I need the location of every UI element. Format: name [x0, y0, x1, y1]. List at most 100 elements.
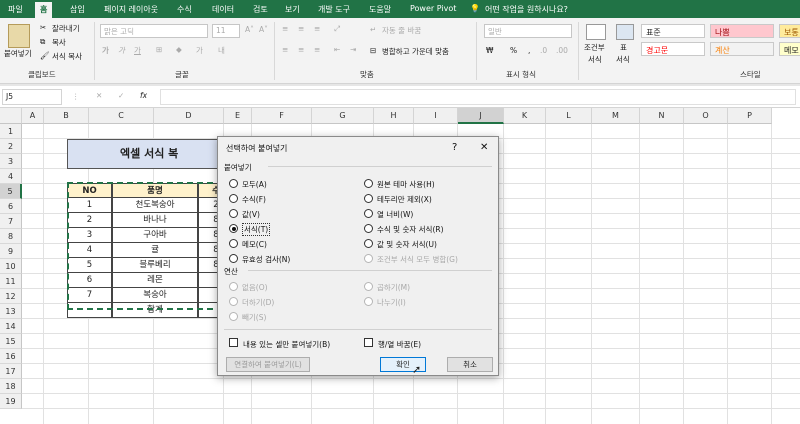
row-header-13[interactable]: 13: [0, 304, 22, 319]
paste-option-left-4-radio[interactable]: [229, 239, 238, 248]
tab-review[interactable]: 검토: [253, 4, 268, 15]
cancel-button[interactable]: 취소: [447, 357, 493, 372]
underline-icon[interactable]: 가: [134, 45, 141, 56]
row-header-14[interactable]: 14: [0, 319, 22, 334]
row-header-1[interactable]: 1: [0, 124, 22, 139]
row-header-8[interactable]: 8: [0, 229, 22, 244]
paste-option-right-5-radio[interactable]: [364, 254, 373, 263]
align-bottom-icon[interactable]: ≡: [314, 24, 320, 33]
orientation-icon[interactable]: ⤢: [334, 24, 340, 34]
paste-option-right-4-radio[interactable]: [364, 239, 373, 248]
font-size-box[interactable]: 11: [212, 24, 240, 38]
row-header-7[interactable]: 7: [0, 214, 22, 229]
operation-left-2-radio[interactable]: [229, 312, 238, 321]
format-painter-button[interactable]: 서식 복사: [52, 51, 82, 62]
conditional-formatting-button[interactable]: 조건부: [584, 42, 605, 53]
indent-icon[interactable]: ⇤: [334, 45, 340, 54]
row-header-9[interactable]: 9: [0, 244, 22, 259]
style-neutral[interactable]: 보통: [779, 24, 800, 38]
paste-option-right-3-radio[interactable]: [364, 224, 373, 233]
cut-button[interactable]: 잘라내기: [52, 23, 80, 34]
row-header-18[interactable]: 18: [0, 379, 22, 394]
style-normal[interactable]: 표준: [641, 24, 705, 38]
currency-icon[interactable]: ₩: [486, 46, 493, 55]
merge-center-button[interactable]: 병합하고 가운데 맞춤: [382, 46, 449, 57]
row-header-3[interactable]: 3: [0, 154, 22, 169]
align-middle-icon[interactable]: ≡: [298, 24, 304, 33]
paste-option-right-1-radio[interactable]: [364, 194, 373, 203]
insert-function-icon[interactable]: fx: [140, 91, 147, 100]
row-header-16[interactable]: 16: [0, 349, 22, 364]
merge-icon[interactable]: ⊟: [370, 46, 376, 55]
grow-font-icon[interactable]: A˄: [245, 25, 254, 34]
outdent-icon[interactable]: ⇥: [350, 45, 356, 54]
conditional-formatting-icon[interactable]: [586, 24, 606, 40]
number-format-box[interactable]: 일반: [484, 24, 572, 38]
tab-power-pivot[interactable]: Power Pivot: [410, 4, 456, 13]
column-header-a[interactable]: A: [22, 108, 44, 124]
operation-left-1-radio[interactable]: [229, 297, 238, 306]
copy-icon[interactable]: ⧉: [40, 37, 45, 47]
operation-right-0-radio[interactable]: [364, 282, 373, 291]
paste-option-right-0-radio[interactable]: [364, 179, 373, 188]
paste-option-right-2-radio[interactable]: [364, 209, 373, 218]
enter-icon[interactable]: ✓: [118, 91, 124, 100]
bold-icon[interactable]: 가: [102, 45, 109, 56]
shrink-font-icon[interactable]: A˅: [259, 25, 268, 34]
column-header-k[interactable]: K: [504, 108, 546, 124]
tab-view[interactable]: 보기: [285, 4, 300, 15]
comma-icon[interactable]: ,: [528, 46, 530, 55]
align-left-icon[interactable]: ≡: [282, 45, 288, 54]
column-header-m[interactable]: M: [592, 108, 640, 124]
copy-button[interactable]: 복사: [52, 37, 66, 48]
column-header-e[interactable]: E: [224, 108, 252, 124]
font-name-box[interactable]: 맑은 고딕: [100, 24, 208, 38]
row-header-15[interactable]: 15: [0, 334, 22, 349]
wrap-text-button[interactable]: 자동 줄 바꿈: [382, 25, 421, 36]
paste-icon[interactable]: [8, 24, 30, 48]
paste-option-left-0-radio[interactable]: [229, 179, 238, 188]
format-painter-icon[interactable]: 🖌: [40, 51, 50, 60]
column-header-i[interactable]: I: [414, 108, 458, 124]
tab-help[interactable]: 도움말: [369, 4, 391, 15]
row-header-19[interactable]: 19: [0, 394, 22, 409]
column-header-d[interactable]: D: [154, 108, 224, 124]
close-icon[interactable]: ✕: [480, 142, 488, 153]
tell-me-search[interactable]: 어떤 작업을 원하시나요?: [485, 4, 568, 15]
row-header-12[interactable]: 12: [0, 289, 22, 304]
row-header-10[interactable]: 10: [0, 259, 22, 274]
paste-link-button[interactable]: 연결하여 붙여넣기(L): [226, 357, 310, 372]
name-box[interactable]: J5: [2, 89, 62, 105]
style-note[interactable]: 메모: [779, 42, 800, 56]
skip-blanks-checkbox[interactable]: [229, 338, 238, 347]
row-header-2[interactable]: 2: [0, 139, 22, 154]
tab-file[interactable]: 파일: [8, 4, 23, 15]
font-color-icon[interactable]: 가: [196, 45, 203, 56]
tab-page-layout[interactable]: 페이지 레이아웃: [104, 4, 158, 15]
border-icon[interactable]: ⊞: [156, 45, 162, 54]
column-header-f[interactable]: F: [252, 108, 312, 124]
tab-developer[interactable]: 개발 도구: [318, 4, 350, 15]
operation-right-1-radio[interactable]: [364, 297, 373, 306]
format-as-table-button[interactable]: 표: [620, 42, 627, 53]
paste-option-left-3-radio[interactable]: [229, 224, 238, 233]
operation-left-0-radio[interactable]: [229, 282, 238, 291]
column-header-h[interactable]: H: [374, 108, 414, 124]
row-header-4[interactable]: 4: [0, 169, 22, 184]
cancel-icon[interactable]: ✕: [96, 91, 102, 100]
help-icon[interactable]: ?: [452, 142, 457, 153]
tab-insert[interactable]: 삽입: [70, 4, 85, 15]
column-header-c[interactable]: C: [89, 108, 154, 124]
formula-input[interactable]: [160, 89, 796, 105]
row-header-11[interactable]: 11: [0, 274, 22, 289]
increase-decimal-icon[interactable]: .0: [540, 46, 547, 55]
paste-option-left-1-radio[interactable]: [229, 194, 238, 203]
paste-button[interactable]: 붙여넣기: [4, 48, 32, 59]
column-header-o[interactable]: O: [684, 108, 728, 124]
cut-icon[interactable]: ✂: [40, 23, 46, 32]
style-warning[interactable]: 경고문: [641, 42, 705, 56]
wrap-text-icon[interactable]: ↵: [370, 25, 376, 34]
row-header-5[interactable]: 5: [0, 184, 22, 199]
decrease-decimal-icon[interactable]: .00: [556, 46, 568, 55]
tab-data[interactable]: 데이터: [212, 4, 234, 15]
